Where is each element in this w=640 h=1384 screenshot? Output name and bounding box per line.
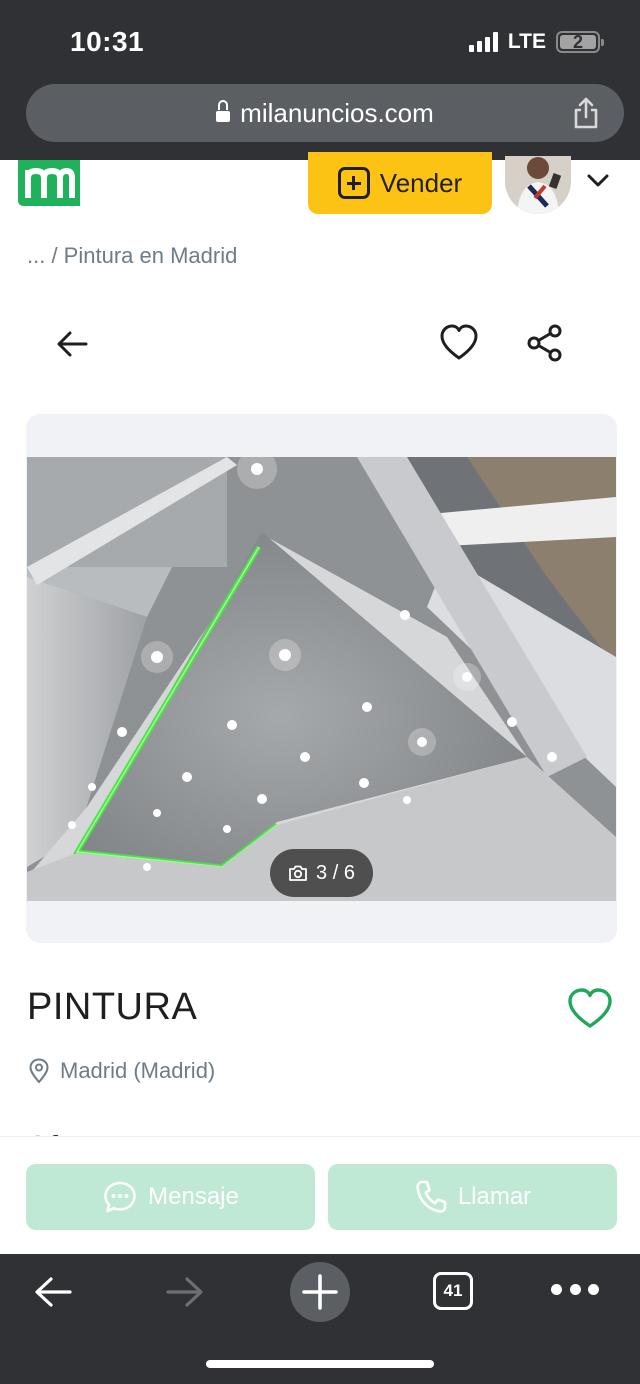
message-button-label: Mensaje [148, 1183, 239, 1210]
share-icon[interactable] [570, 96, 602, 130]
ad-photo[interactable] [27, 457, 616, 901]
lock-icon [216, 100, 231, 122]
new-tab-button[interactable] [290, 1262, 350, 1322]
milanuncios-logo[interactable] [18, 160, 80, 206]
share-nodes-icon[interactable] [524, 322, 566, 364]
back-arrow-icon[interactable] [52, 324, 92, 364]
battery-level: 2 [572, 31, 583, 52]
arrow-left-icon[interactable] [32, 1272, 74, 1312]
ad-location: Madrid (Madrid) [60, 1058, 216, 1083]
more-icon[interactable] [551, 1284, 599, 1298]
photo-counter-text: 3 / 6 [316, 861, 355, 884]
sell-button[interactable]: Vender [308, 152, 492, 214]
plus-icon [337, 167, 370, 199]
chat-icon [104, 1181, 136, 1213]
location-pin-icon [29, 1058, 49, 1084]
ad-title: PINTURA [27, 986, 198, 1028]
status-indicators: LTE 2 [468, 30, 604, 54]
tabs-icon[interactable]: 41 [433, 1272, 473, 1310]
breadcrumb[interactable]: ... / Pintura en Madrid [27, 243, 237, 269]
call-button[interactable]: Llamar [328, 1164, 617, 1230]
home-indicator [206, 1360, 434, 1368]
contact-action-bar: Mensaje Llamar [0, 1136, 640, 1254]
url-text: milanuncios.com [240, 97, 434, 128]
favorite-heart-icon[interactable] [566, 986, 614, 1032]
network-type: LTE [507, 30, 546, 53]
call-button-label: Llamar [457, 1183, 532, 1210]
phone-icon [416, 1180, 447, 1213]
sell-button-label: Vender [379, 167, 463, 198]
browser-top-chrome: 10:31 LTE 2 milanuncios.com [0, 0, 640, 160]
message-button[interactable]: Mensaje [26, 1164, 315, 1230]
chevron-down-icon[interactable] [584, 168, 612, 192]
tab-count: 41 [443, 1281, 463, 1300]
status-time: 10:31 [70, 26, 145, 57]
signal-icon [468, 32, 498, 52]
user-avatar[interactable] [505, 156, 571, 214]
camera-icon [289, 865, 307, 881]
address-bar[interactable]: milanuncios.com [26, 84, 624, 142]
arrow-right-icon[interactable] [164, 1272, 206, 1312]
battery-icon: 2 [556, 31, 604, 53]
browser-bottom-toolbar: 41 [0, 1254, 640, 1384]
photo-counter: 3 / 6 [270, 849, 373, 897]
favorite-heart-icon[interactable] [438, 322, 480, 364]
plus-icon [302, 1274, 338, 1310]
